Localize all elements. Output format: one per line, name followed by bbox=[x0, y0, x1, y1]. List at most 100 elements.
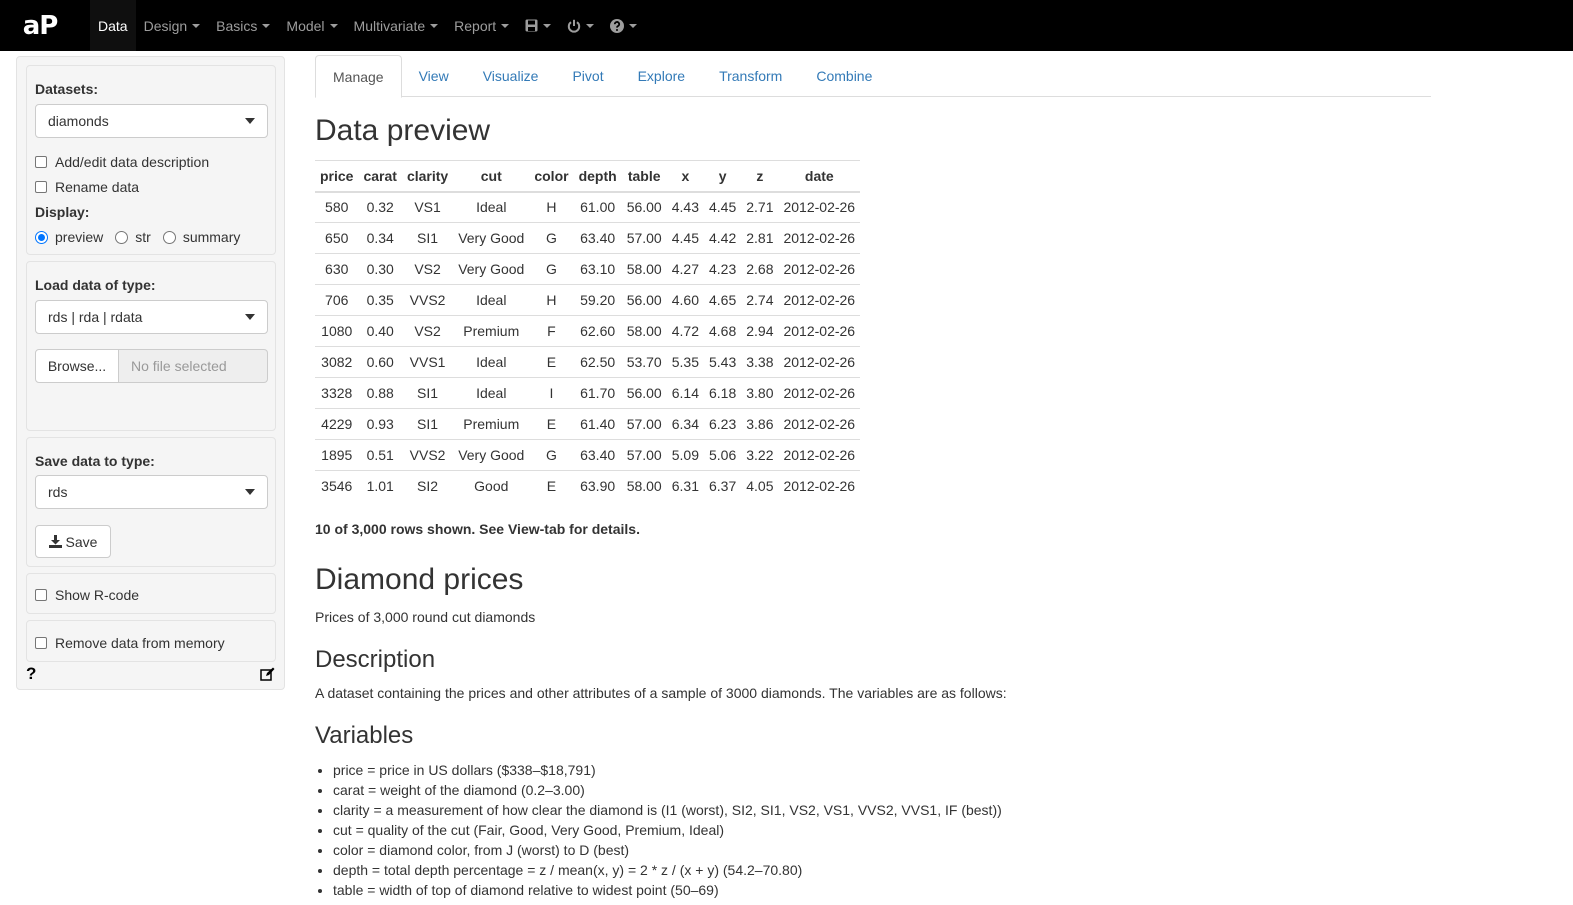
table-cell: G bbox=[529, 222, 574, 254]
caret-down-icon bbox=[629, 23, 638, 28]
table-cell: 63.40 bbox=[573, 222, 622, 254]
table-cell: Very Good bbox=[453, 439, 530, 471]
datasets-label: Datasets: bbox=[35, 81, 99, 97]
brand-logo[interactable]: aP bbox=[0, 0, 80, 51]
table-cell: 57.00 bbox=[621, 408, 667, 440]
table-cell: 6.14 bbox=[666, 377, 704, 409]
table-cell: 2012-02-26 bbox=[778, 439, 861, 471]
add-edit-description-checkbox[interactable] bbox=[35, 156, 47, 168]
table-cell: 1.01 bbox=[358, 470, 402, 502]
rename-data-checkbox[interactable] bbox=[35, 181, 47, 193]
navbar: aP Data Design Basics Model Multivariate… bbox=[0, 0, 1573, 51]
nav-report[interactable]: Report bbox=[446, 0, 517, 51]
tab-manage[interactable]: Manage bbox=[315, 55, 402, 98]
datasets-select[interactable]: diamonds bbox=[35, 104, 268, 138]
tab-transform[interactable]: Transform bbox=[702, 55, 799, 97]
save-type-value: rds bbox=[48, 484, 68, 500]
display-option-str[interactable]: str bbox=[115, 229, 151, 245]
table-cell: VVS2 bbox=[401, 284, 454, 316]
nav-data[interactable]: Data bbox=[90, 0, 136, 51]
table-cell: E bbox=[529, 408, 574, 440]
table-cell: 57.00 bbox=[621, 222, 667, 254]
nav-multivariate[interactable]: Multivariate bbox=[346, 0, 447, 51]
display-option-preview[interactable]: preview bbox=[35, 229, 103, 245]
radio-preview[interactable] bbox=[35, 230, 48, 244]
dataset-heading: Diamond prices bbox=[315, 563, 524, 596]
tab-visualize[interactable]: Visualize bbox=[466, 55, 556, 97]
tab-pivot[interactable]: Pivot bbox=[555, 55, 620, 97]
table-cell: Ideal bbox=[453, 346, 530, 378]
load-type-select[interactable]: rds | rda | rdata bbox=[35, 300, 268, 334]
nav-model-label: Model bbox=[286, 17, 325, 34]
table-cell: 6.37 bbox=[703, 470, 742, 502]
table-cell: 1080 bbox=[315, 315, 359, 347]
radio-summary[interactable] bbox=[162, 230, 176, 244]
nav-power-menu[interactable] bbox=[559, 0, 602, 51]
table-cell: 61.00 bbox=[580, 199, 616, 216]
table-cell: 3546 bbox=[315, 470, 359, 502]
list-item: price = price in US dollars ($338–$18,79… bbox=[333, 760, 1002, 780]
help-button[interactable]: ? bbox=[26, 664, 36, 684]
column-header: color bbox=[529, 160, 574, 193]
chevron-down-icon bbox=[245, 314, 255, 320]
table-cell: 59.20 bbox=[573, 284, 622, 316]
show-rcode-checkbox[interactable] bbox=[35, 589, 47, 601]
tab-explore[interactable]: Explore bbox=[621, 55, 702, 97]
description-heading: Description bbox=[315, 646, 436, 673]
dataset-panel: Datasets: diamonds Add/edit data descrip… bbox=[26, 65, 276, 255]
table-cell: 0.35 bbox=[358, 284, 402, 316]
table-cell: G bbox=[529, 253, 574, 285]
caret-down-icon bbox=[430, 23, 439, 28]
save-button[interactable]: Save bbox=[35, 525, 111, 558]
remove-data-checkbox[interactable] bbox=[35, 637, 47, 649]
table-cell: 0.32 bbox=[366, 199, 394, 216]
nav-design[interactable]: Design bbox=[136, 0, 209, 51]
table-cell: E bbox=[529, 346, 574, 378]
column-header: price bbox=[315, 160, 359, 193]
caret-down-icon bbox=[501, 23, 510, 28]
save-type-select[interactable]: rds bbox=[35, 475, 268, 509]
table-cell: 62.60 bbox=[573, 315, 622, 347]
page-title: Data preview bbox=[315, 114, 491, 147]
table-cell: 3.38 bbox=[741, 346, 779, 378]
tab-view[interactable]: View bbox=[402, 55, 466, 97]
display-option-summary[interactable]: summary bbox=[162, 229, 240, 245]
table-cell: H bbox=[546, 199, 557, 216]
nav-model[interactable]: Model bbox=[278, 0, 345, 51]
table-cell: 2012-02-26 bbox=[778, 470, 861, 502]
remove-data-panel: Remove data from memory bbox=[26, 620, 276, 662]
load-type-value: rds | rda | rdata bbox=[48, 309, 143, 325]
table-cell: 706 bbox=[315, 284, 359, 316]
table-cell: 650 bbox=[315, 222, 359, 254]
column-header: clarity bbox=[401, 160, 454, 193]
file-name-display: No file selected bbox=[119, 349, 268, 383]
browse-button[interactable]: Browse... bbox=[35, 349, 119, 383]
tab-combine[interactable]: Combine bbox=[799, 55, 889, 97]
table-cell: SI2 bbox=[401, 470, 454, 502]
table-cell: 4.27 bbox=[666, 253, 704, 285]
sidebar: Datasets: diamonds Add/edit data descrip… bbox=[16, 56, 285, 690]
display-option-preview-label: preview bbox=[55, 229, 104, 245]
table-cell: 61.40 bbox=[573, 408, 622, 440]
edit-icon[interactable] bbox=[260, 667, 275, 682]
table-cell: 6.34 bbox=[666, 408, 704, 440]
table-cell: 4.65 bbox=[703, 284, 742, 316]
radio-str[interactable] bbox=[115, 230, 129, 244]
caret-down-icon bbox=[586, 23, 595, 28]
list-item: cut = quality of the cut (Fair, Good, Ve… bbox=[333, 820, 1002, 840]
nav-help-menu[interactable] bbox=[602, 0, 645, 51]
list-item: depth = total depth percentage = z / mea… bbox=[333, 860, 1002, 880]
table-cell: 2012-02-26 bbox=[783, 199, 856, 216]
table-cell: 3.80 bbox=[741, 377, 779, 409]
nav-menu: Data Design Basics Model Multivariate Re… bbox=[90, 0, 645, 51]
nav-basics[interactable]: Basics bbox=[208, 0, 278, 51]
table-cell: 0.93 bbox=[358, 408, 402, 440]
table-cell: 56.00 bbox=[621, 377, 667, 409]
table-cell: 2.68 bbox=[741, 253, 779, 285]
power-icon bbox=[568, 19, 581, 33]
table-row: 3546 1.01 SI2 Good E 63.90 58.00 6.31 6.37 4.05 20… bbox=[315, 470, 861, 502]
nav-save-menu[interactable] bbox=[517, 0, 559, 51]
column-header: x bbox=[666, 160, 704, 193]
table-cell: SI1 bbox=[401, 377, 454, 409]
table-cell: 6.23 bbox=[703, 408, 742, 440]
